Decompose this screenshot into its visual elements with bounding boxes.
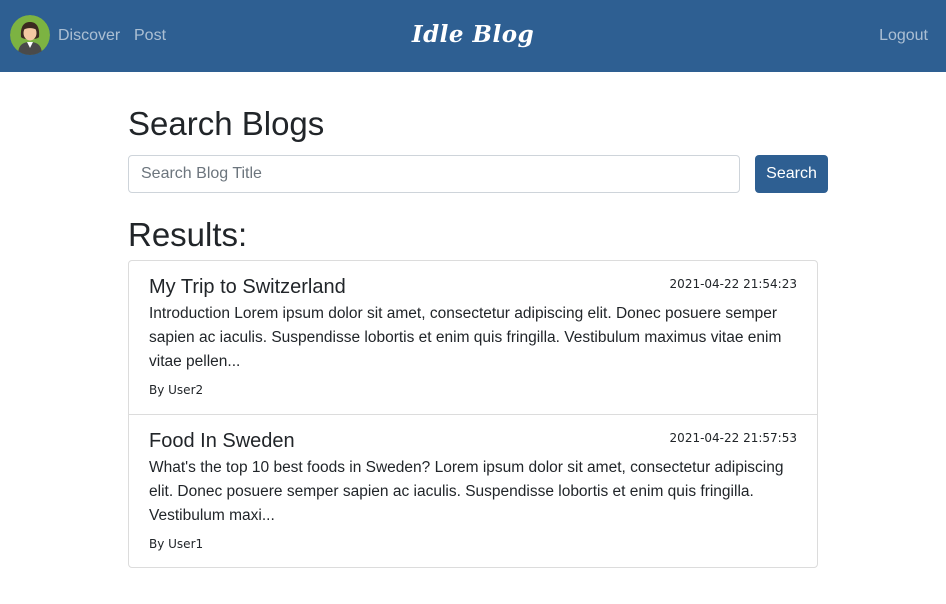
user-avatar-icon[interactable]: [10, 15, 50, 55]
result-excerpt: Introduction Lorem ipsum dolor sit amet,…: [149, 305, 782, 370]
logout-link[interactable]: Logout: [879, 0, 928, 72]
page-title: Search Blogs: [128, 105, 325, 142]
result-date: 2021-04-22 21:54:23: [669, 277, 797, 291]
brand-logo-text[interactable]: Idle Blog: [412, 21, 534, 48]
nav-post-link[interactable]: Post: [134, 0, 166, 72]
result-excerpt: What's the top 10 best foods in Sweden? …: [149, 459, 784, 524]
result-date: 2021-04-22 21:57:53: [669, 431, 797, 445]
search-input[interactable]: [128, 155, 740, 193]
results-list: My Trip to Switzerland 2021-04-22 21:54:…: [128, 260, 818, 568]
nav-discover-link[interactable]: Discover: [58, 0, 120, 72]
result-item[interactable]: Food In Sweden 2021-04-22 21:57:53 What'…: [129, 414, 817, 567]
result-author: By User1: [149, 537, 204, 551]
search-button[interactable]: Search: [755, 155, 828, 193]
result-author: By User2: [149, 383, 204, 397]
result-item[interactable]: My Trip to Switzerland 2021-04-22 21:54:…: [129, 261, 817, 414]
results-heading: Results:: [128, 216, 248, 253]
top-navbar: Discover Post Idle Blog Logout: [0, 0, 946, 72]
